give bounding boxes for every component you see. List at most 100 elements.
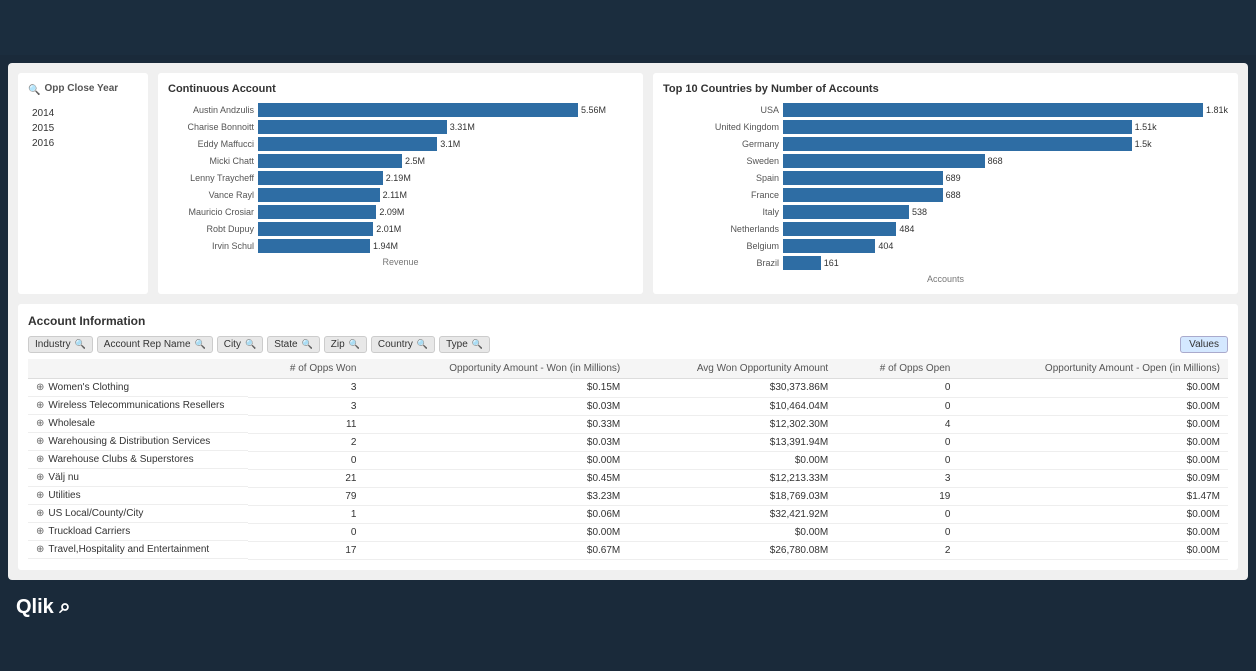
opp-amt-won-cell: $0.03M (364, 433, 628, 451)
opps-open-cell: 2 (836, 541, 958, 559)
table-row: ⊕ Warehousing & Distribution Services 2 … (28, 433, 1228, 451)
industry-cell: ⊕ Wireless Telecommunications Resellers (28, 397, 248, 415)
filter-search-icon: 🔍 (349, 339, 360, 350)
row-expand-icon[interactable]: ⊕ (36, 400, 44, 411)
table-row: ⊕ Välj nu 21 $0.45M $12,213.33M 3 $0.09M (28, 469, 1228, 487)
col-industry (28, 359, 248, 379)
filter-buttons-container: Industry 🔍Account Rep Name 🔍City 🔍State … (28, 336, 1176, 353)
table-row: ⊕ Truckload Carriers 0 $0.00M $0.00M 0 $… (28, 523, 1228, 541)
opp-amt-won-cell: $0.45M (364, 469, 628, 487)
type-filter[interactable]: Type 🔍 (439, 336, 490, 353)
bar-wrapper: 2.19M (258, 171, 633, 185)
filter-search-icon: 🔍 (245, 339, 256, 350)
zip-filter[interactable]: Zip 🔍 (324, 336, 367, 353)
industry-name: Truckload Carriers (48, 526, 130, 537)
bar-value: 538 (912, 207, 927, 217)
opp-close-year-panel: 🔍 Opp Close Year 201420152016 (18, 73, 148, 294)
filter-search-icon: 🔍 (195, 339, 206, 350)
bar (783, 103, 1203, 117)
bar-wrapper: 1.94M (258, 239, 633, 253)
footer: Qlik ⌕ (0, 588, 1256, 627)
account-rep-filter[interactable]: Account Rep Name 🔍 (97, 336, 213, 353)
industry-filter[interactable]: Industry 🔍 (28, 336, 93, 353)
chart-bar-row: Robt Dupuy 2.01M (168, 222, 633, 236)
industry-cell: ⊕ Warehousing & Distribution Services (28, 433, 248, 451)
bar-value: 1.51k (1135, 122, 1157, 132)
bar-value: 3.31M (450, 122, 475, 132)
continuous-axis-label: Revenue (168, 257, 633, 267)
opp-amt-won-cell: $0.33M (364, 415, 628, 433)
countries-axis-label: Accounts (663, 274, 1228, 284)
year-item[interactable]: 2014 (28, 106, 138, 121)
bar-label: Robt Dupuy (168, 224, 258, 234)
row-expand-icon[interactable]: ⊕ (36, 454, 44, 465)
opp-amt-open-cell: $0.00M (958, 415, 1228, 433)
row-expand-icon[interactable]: ⊕ (36, 508, 44, 519)
bar-label: Spain (663, 173, 783, 183)
bar-label: Germany (663, 139, 783, 149)
opp-amt-won-cell: $3.23M (364, 487, 628, 505)
row-expand-icon[interactable]: ⊕ (36, 490, 44, 501)
bar-wrapper: 3.31M (258, 120, 633, 134)
opps-open-cell: 0 (836, 523, 958, 541)
bar-wrapper: 3.1M (258, 137, 633, 151)
bar (783, 205, 909, 219)
opp-amt-open-cell: $0.00M (958, 379, 1228, 398)
bar-wrapper: 161 (783, 256, 1228, 270)
row-expand-icon[interactable]: ⊕ (36, 526, 44, 537)
table-row: ⊕ Women's Clothing 3 $0.15M $30,373.86M … (28, 379, 1228, 398)
opps-open-cell: 0 (836, 451, 958, 469)
bar (258, 137, 437, 151)
row-expand-icon[interactable]: ⊕ (36, 472, 44, 483)
opps-won-cell: 2 (248, 433, 364, 451)
bar-label: USA (663, 105, 783, 115)
row-expand-icon[interactable]: ⊕ (36, 418, 44, 429)
chart-bar-row: France 688 (663, 188, 1228, 202)
year-item[interactable]: 2015 (28, 121, 138, 136)
opps-won-cell: 17 (248, 541, 364, 559)
bar-wrapper: 2.11M (258, 188, 633, 202)
chart-bar-row: Germany 1.5k (663, 137, 1228, 151)
chart-bar-row: Vance Rayl 2.11M (168, 188, 633, 202)
industry-cell: ⊕ Warehouse Clubs & Superstores (28, 451, 248, 469)
avg-won-cell: $0.00M (628, 523, 836, 541)
opp-amt-open-cell: $1.47M (958, 487, 1228, 505)
values-button[interactable]: Values (1180, 336, 1228, 353)
state-filter[interactable]: State 🔍 (267, 336, 320, 353)
account-info-section: Account Information Industry 🔍Account Re… (18, 304, 1238, 570)
opps-won-cell: 0 (248, 523, 364, 541)
account-data-table: # of Opps Won Opportunity Amount - Won (… (28, 359, 1228, 560)
industry-name: Travel,Hospitality and Entertainment (48, 544, 209, 555)
bar-value: 161 (824, 258, 839, 268)
bar-wrapper: 1.51k (783, 120, 1228, 134)
bar-value: 5.56M (581, 105, 606, 115)
country-filter[interactable]: Country 🔍 (371, 336, 435, 353)
col-avg-won: Avg Won Opportunity Amount (628, 359, 836, 379)
bar-wrapper: 1.81k (783, 103, 1228, 117)
opps-won-cell: 21 (248, 469, 364, 487)
industry-name: Wireless Telecommunications Resellers (48, 400, 224, 411)
row-expand-icon[interactable]: ⊕ (36, 544, 44, 555)
avg-won-cell: $12,213.33M (628, 469, 836, 487)
bar-value: 2.01M (376, 224, 401, 234)
row-expand-icon[interactable]: ⊕ (36, 436, 44, 447)
bar-label: Mauricio Crosiar (168, 207, 258, 217)
city-filter[interactable]: City 🔍 (217, 336, 263, 353)
table-row: ⊕ Wholesale 11 $0.33M $12,302.30M 4 $0.0… (28, 415, 1228, 433)
table-body: ⊕ Women's Clothing 3 $0.15M $30,373.86M … (28, 379, 1228, 560)
industry-name: Women's Clothing (48, 382, 129, 393)
opp-amt-open-cell: $0.09M (958, 469, 1228, 487)
continuous-account-title: Continuous Account (168, 83, 633, 95)
avg-won-cell: $12,302.30M (628, 415, 836, 433)
bar-label: Vance Rayl (168, 190, 258, 200)
bar (258, 188, 380, 202)
chart-bar-row: Eddy Maffucci 3.1M (168, 137, 633, 151)
account-info-title: Account Information (28, 314, 1228, 328)
row-expand-icon[interactable]: ⊕ (36, 382, 44, 393)
year-item[interactable]: 2016 (28, 136, 138, 151)
bar-label: Italy (663, 207, 783, 217)
continuous-account-chart: Austin Andzulis 5.56M Charise Bonnoitt 3… (168, 103, 633, 253)
chart-bar-row: Lenny Traycheff 2.19M (168, 171, 633, 185)
opp-close-year-label: Opp Close Year (44, 83, 118, 94)
opp-amt-won-cell: $0.06M (364, 505, 628, 523)
